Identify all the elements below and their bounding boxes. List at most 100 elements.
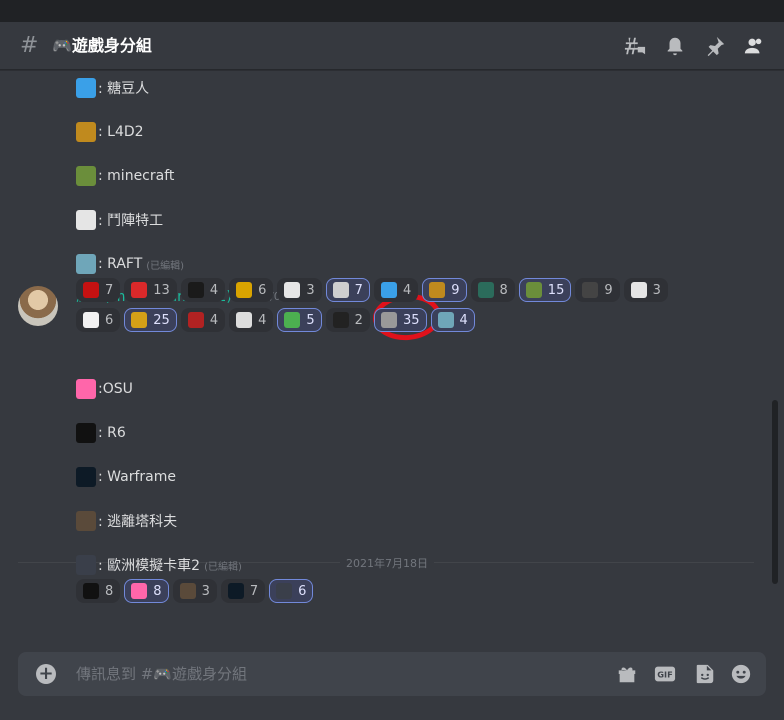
game-logo-icon (236, 312, 253, 328)
game-emoji-icon (76, 511, 96, 531)
reaction-count: 3 (306, 282, 315, 298)
reaction-button[interactable]: 13 (124, 278, 177, 302)
reaction-count: 15 (547, 282, 565, 298)
gif-icon[interactable]: GIF (654, 663, 676, 685)
reaction-button[interactable]: 3 (277, 278, 322, 302)
reaction-button[interactable]: 4 (180, 308, 226, 332)
reaction-button[interactable]: 6 (269, 579, 314, 603)
reaction-button[interactable]: 4 (430, 308, 475, 332)
reaction-button[interactable]: 6 (229, 278, 274, 302)
reaction-button[interactable]: 8 (76, 579, 121, 603)
reaction-count: 2 (354, 312, 363, 328)
game-logo-icon (236, 282, 253, 298)
raft-line: : RAFT (已編輯) (76, 253, 184, 275)
reaction-count: 3 (652, 282, 661, 298)
minecraft-line: : minecraft (76, 165, 174, 187)
text-channel-icon: # (20, 33, 39, 58)
pin-icon[interactable] (704, 35, 726, 57)
ets2-icon (276, 583, 293, 599)
sims-icon (284, 312, 301, 328)
overwatch-line: : 鬥陣特工 (76, 209, 163, 231)
reaction-button[interactable]: 8 (124, 579, 169, 603)
edited-label: (已編輯) (146, 260, 185, 272)
window-top-strip (0, 0, 784, 22)
game-logo-icon (131, 312, 148, 328)
reaction-count: 8 (105, 583, 114, 599)
message-text: : 鬥陣特工 (98, 213, 164, 229)
game-emoji-icon (76, 122, 96, 142)
threads-icon[interactable] (624, 35, 646, 57)
reaction-count: 4 (209, 282, 219, 298)
scrollbar-thumb[interactable] (772, 400, 778, 584)
reaction-button[interactable]: 2 (325, 308, 370, 332)
reaction-count: 7 (105, 282, 114, 298)
game-logo-icon (187, 312, 204, 328)
minecraft-icon (525, 282, 542, 298)
reaction-count: 4 (459, 312, 468, 328)
message-text: : L4D2 (98, 124, 144, 140)
game-logo-icon (332, 312, 349, 328)
bell-icon[interactable] (664, 35, 686, 57)
reaction-count: 25 (153, 312, 170, 328)
reaction-button[interactable]: 4 (373, 278, 419, 302)
game-emoji-icon (76, 254, 96, 274)
reaction-button[interactable]: 4 (180, 278, 226, 302)
reaction-button[interactable]: 9 (422, 278, 467, 302)
message-text: :OSU (98, 381, 133, 397)
warframe-line: : Warframe (76, 466, 176, 488)
reaction-count: 7 (354, 282, 363, 298)
fall-guys-icon (380, 282, 397, 298)
l4d2-line: : L4D2 (76, 121, 144, 143)
sticker-icon[interactable] (694, 663, 716, 685)
upload-plus-icon[interactable]: + (36, 664, 56, 684)
message-text: : 歐洲模擬卡車2 (98, 558, 201, 574)
reaction-button[interactable]: 3 (623, 278, 668, 302)
gift-icon[interactable] (616, 663, 638, 685)
game-emoji-icon (76, 379, 96, 399)
avatar[interactable] (18, 286, 58, 326)
reaction-button[interactable]: 35 (373, 308, 427, 332)
game-logo-icon (582, 282, 599, 298)
message-text: : 糖豆人 (98, 81, 150, 97)
reaction-button[interactable]: 6 (76, 308, 121, 332)
date-divider-label: 2021年7月18日 (340, 555, 434, 571)
message-text: : minecraft (98, 168, 175, 184)
fall-guys-line: : 糖豆人 (76, 77, 149, 99)
reaction-button[interactable]: 7 (220, 579, 266, 603)
reaction-count: 6 (105, 312, 114, 328)
message-text: : 逃離塔科夫 (98, 514, 178, 530)
among-us-icon (83, 282, 99, 298)
game-emoji-icon (76, 555, 96, 575)
message-input[interactable]: 傳訊息到 #🎮遊戲身分組 (76, 664, 247, 684)
emoji-icon[interactable] (730, 663, 752, 685)
game-emoji-icon (76, 210, 96, 230)
reaction-button[interactable]: 7 (76, 278, 121, 302)
reaction-button[interactable]: 3 (172, 579, 217, 603)
reaction-count: 7 (249, 583, 259, 599)
r6-icon (83, 583, 99, 599)
reaction-button[interactable]: 4 (229, 308, 274, 332)
reaction-count: 13 (153, 282, 170, 298)
reaction-button[interactable]: 7 (325, 278, 370, 302)
ets2-line: : 歐洲模擬卡車2 (已編輯) (76, 554, 242, 576)
channel-header: # 🎮遊戲身分組 (0, 22, 784, 70)
reaction-button[interactable]: 8 (470, 278, 515, 302)
reaction-button[interactable]: 5 (277, 308, 322, 332)
reactions-row: 6 25 4 4 5 2 35 4 (76, 308, 475, 332)
osu-icon (131, 583, 148, 599)
message-composer[interactable]: + 傳訊息到 #🎮遊戲身分組 GIF (18, 652, 766, 696)
reactions-row: 8 8 3 7 6 (76, 579, 314, 603)
reaction-count: 4 (402, 282, 412, 298)
channel-title: 🎮遊戲身分組 (52, 36, 152, 55)
edited-label: (已編輯) (204, 561, 242, 573)
reaction-count: 9 (451, 282, 460, 298)
message-text: : Warframe (98, 469, 176, 485)
reaction-count: 5 (306, 312, 315, 328)
reaction-button[interactable]: 25 (124, 308, 177, 332)
reaction-button[interactable]: 15 (518, 278, 572, 302)
message-text: : R6 (98, 425, 126, 441)
member-list-icon[interactable] (743, 35, 765, 57)
reaction-count: 8 (499, 282, 508, 298)
reaction-button[interactable]: 9 (575, 278, 620, 302)
osu-line: :OSU (76, 378, 133, 400)
